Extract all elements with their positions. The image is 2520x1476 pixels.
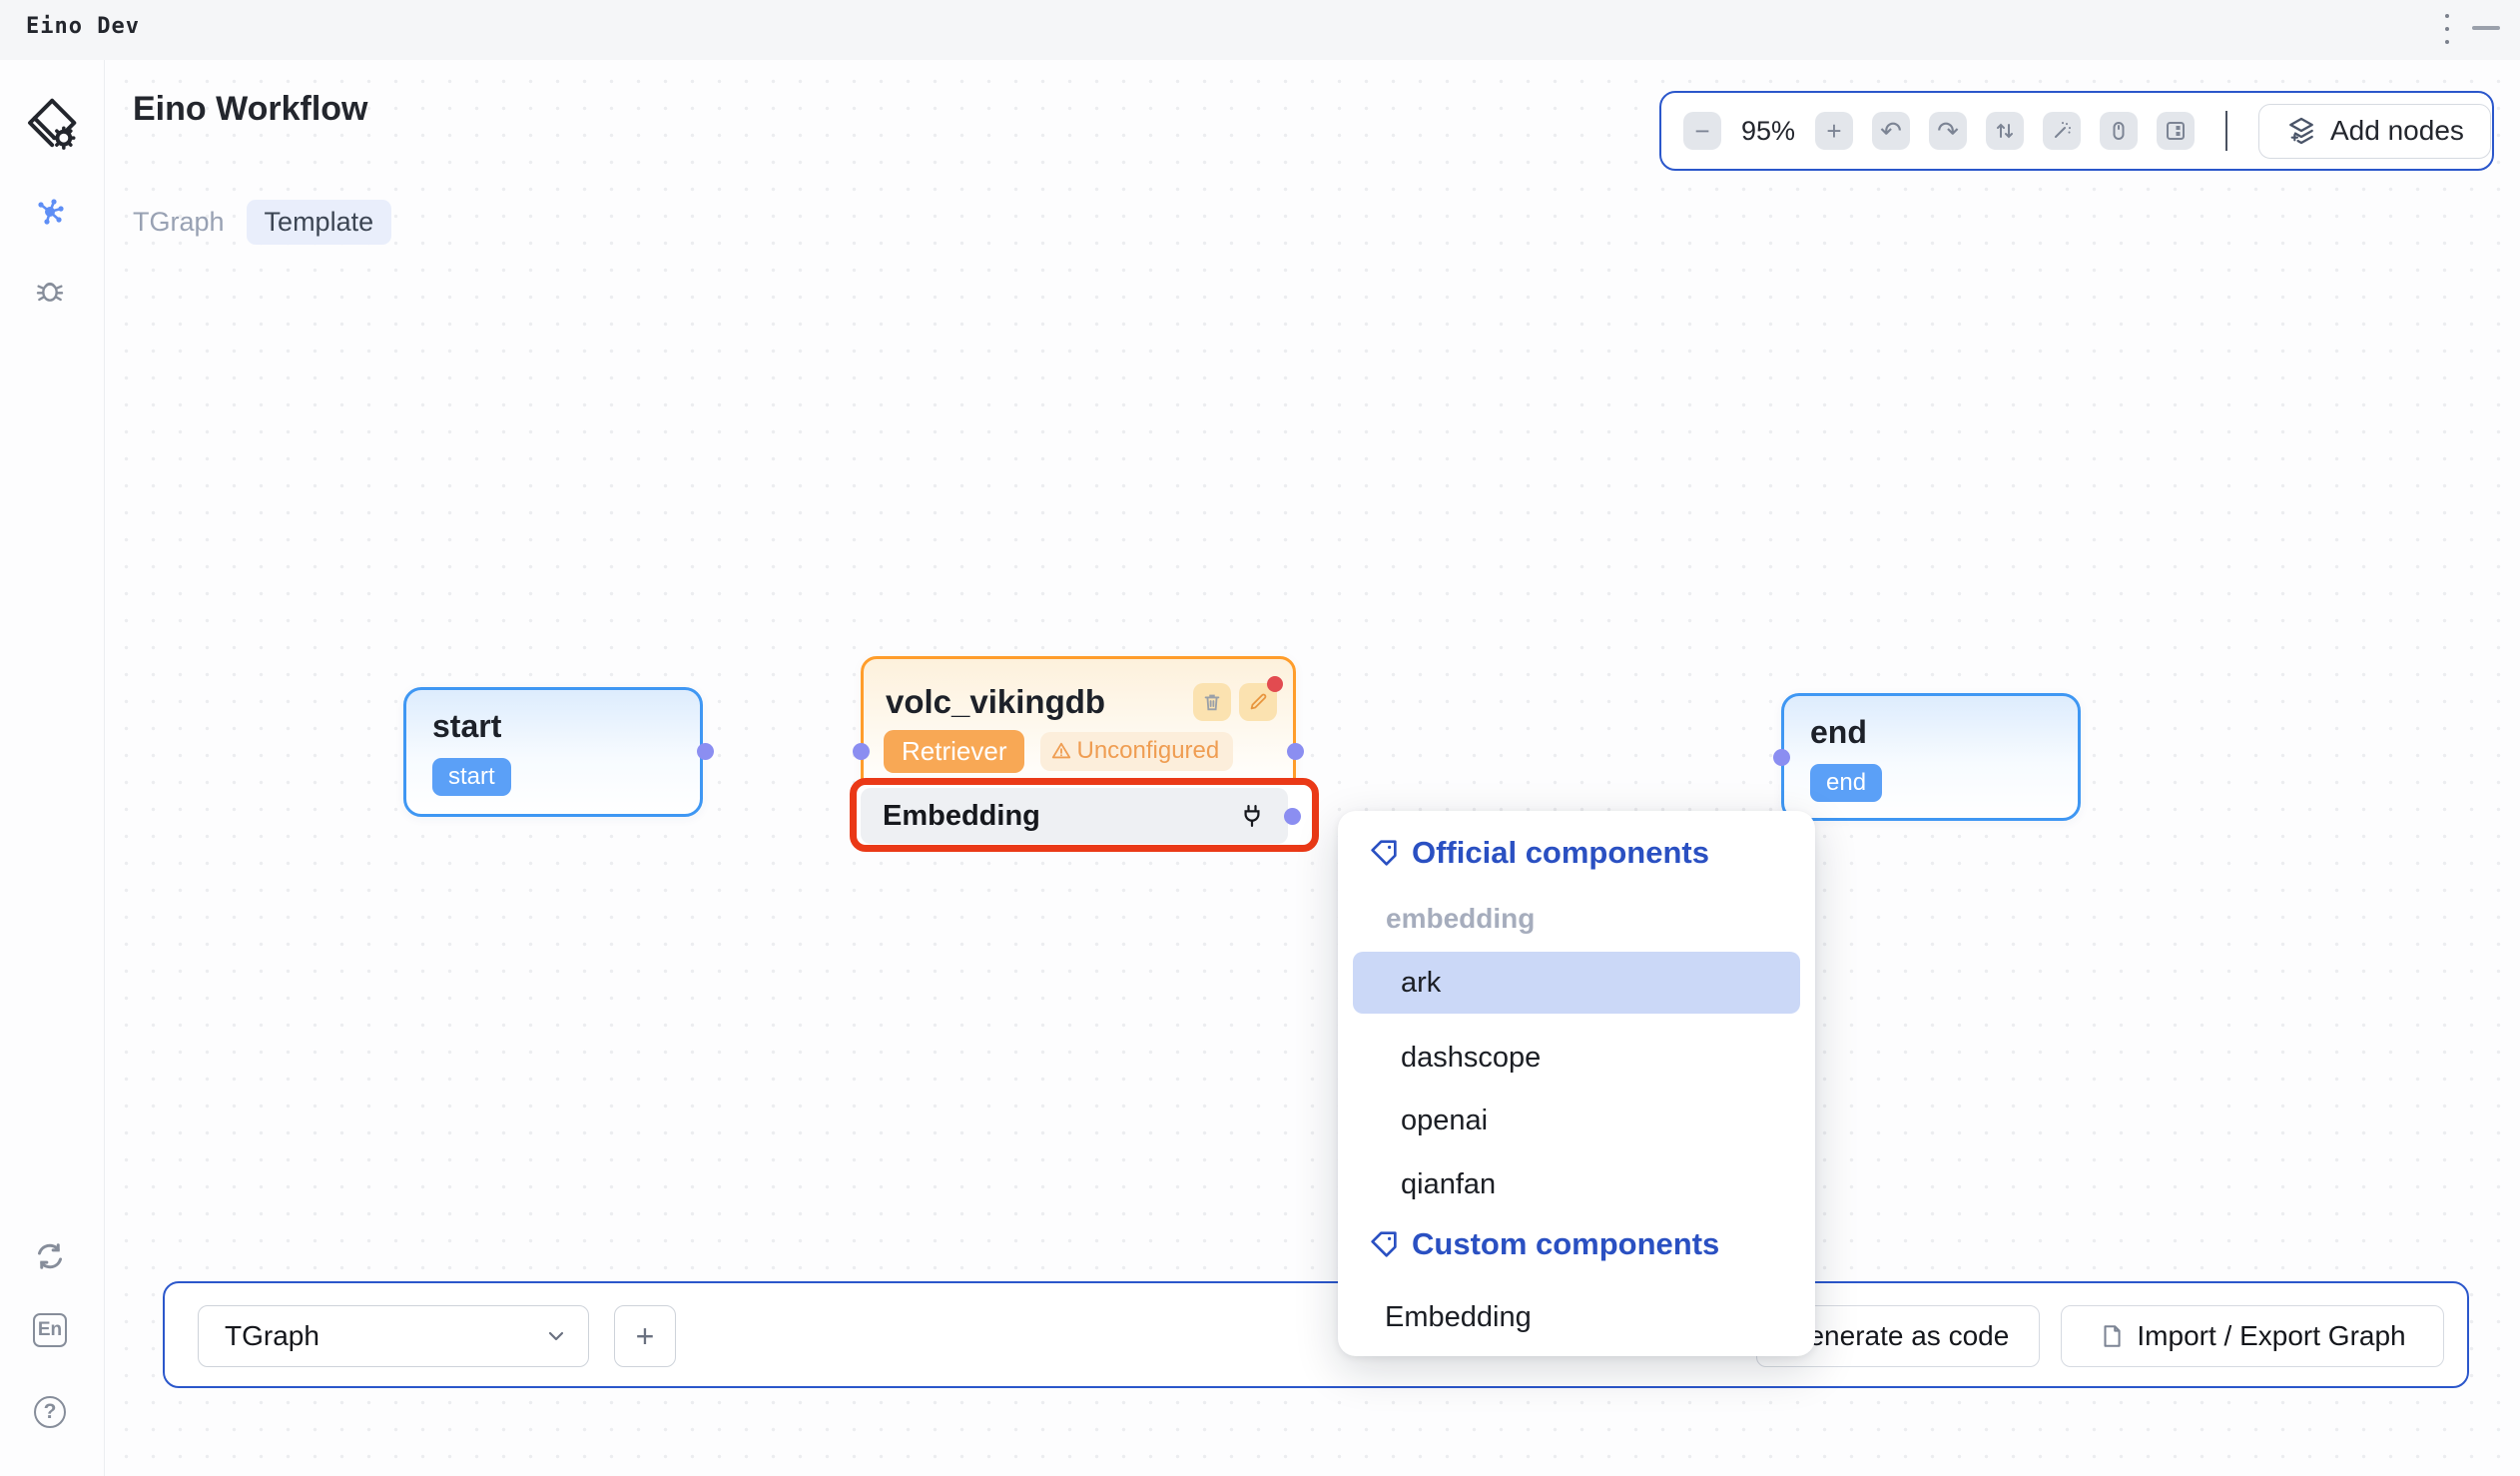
page-title: Eino Workflow — [133, 90, 367, 129]
mouse-pan-icon[interactable] — [2100, 112, 2138, 150]
window-minimize-icon[interactable] — [2472, 26, 2500, 30]
sync-refresh-icon[interactable] — [32, 1238, 68, 1274]
add-nodes-label: Add nodes — [2330, 115, 2464, 147]
node-start[interactable]: start start — [403, 687, 703, 817]
chevron-down-icon — [544, 1324, 568, 1348]
port-embedding-slot[interactable] — [1284, 808, 1301, 825]
edit-node-button[interactable] — [1239, 683, 1277, 721]
zoom-level: 95% — [1740, 116, 1796, 147]
custom-components-header: Custom components — [1368, 1226, 1719, 1262]
warning-icon — [1050, 740, 1072, 762]
node-status-badge: Unconfigured — [1040, 732, 1233, 771]
graph-select[interactable]: TGraph — [198, 1305, 589, 1367]
app-title: Eino Dev — [26, 14, 140, 39]
generate-as-code-label: Generate as code — [1787, 1320, 2010, 1352]
node-type-badge: Retriever — [884, 730, 1024, 773]
window-menu-kebab-icon[interactable] — [2438, 14, 2456, 44]
canvas-toolbar: − 95% + ↶ ↷ — [1659, 91, 2494, 171]
plug-icon — [1238, 802, 1266, 830]
component-group-label: embedding — [1386, 903, 1535, 935]
port-volc-input[interactable] — [853, 743, 870, 760]
layers-plus-icon — [2285, 115, 2317, 147]
menu-item-ark[interactable]: ark — [1353, 952, 1800, 1014]
zoom-in-button[interactable]: + — [1815, 112, 1853, 150]
port-volc-output[interactable] — [1287, 743, 1304, 760]
embedding-slot[interactable]: Embedding — [861, 788, 1288, 844]
sidebar: En ? — [0, 60, 105, 1476]
titlebar: Eino Dev — [0, 0, 2520, 60]
node-status-label: Unconfigured — [1076, 737, 1219, 765]
app-window: Eino Dev — [0, 0, 2520, 1476]
breadcrumb-template-tag: Template — [247, 200, 392, 245]
official-components-label: Official components — [1412, 835, 1709, 871]
toolbar-divider — [2225, 111, 2227, 151]
node-start-badge: start — [432, 758, 511, 796]
delete-node-button[interactable] — [1193, 683, 1231, 721]
debug-bug-icon[interactable] — [34, 274, 66, 306]
component-menu: Official components embedding ark dashsc… — [1338, 811, 1815, 1356]
magic-wand-icon[interactable] — [2043, 112, 2081, 150]
language-icon[interactable]: En — [33, 1313, 67, 1347]
help-label: ? — [34, 1396, 66, 1428]
tag-icon — [1368, 837, 1400, 869]
edit-notification-dot — [1267, 676, 1283, 692]
port-end-input[interactable] — [1773, 749, 1790, 766]
node-end[interactable]: end end — [1781, 693, 2081, 821]
port-start-output[interactable] — [697, 743, 714, 760]
language-label: En — [33, 1313, 67, 1347]
official-components-header: Official components — [1368, 835, 1709, 871]
node-end-title: end — [1810, 714, 2078, 751]
import-export-graph-button[interactable]: Import / Export Graph — [2061, 1305, 2444, 1367]
menu-item-dashscope[interactable]: dashscope — [1353, 1027, 1800, 1089]
menu-item-openai[interactable]: openai — [1353, 1090, 1800, 1151]
redo-icon[interactable]: ↷ — [1929, 112, 1967, 150]
node-end-badge: end — [1810, 764, 1882, 802]
tag-icon — [1368, 1228, 1400, 1260]
add-nodes-button[interactable]: Add nodes — [2258, 104, 2491, 159]
import-export-graph-label: Import / Export Graph — [2137, 1320, 2405, 1352]
graph-orchestration-icon[interactable] — [34, 196, 66, 228]
breadcrumb-graph-name: TGraph — [133, 207, 225, 238]
graph-select-value: TGraph — [225, 1320, 319, 1352]
node-start-title: start — [432, 708, 700, 745]
file-icon — [2099, 1323, 2125, 1349]
menu-item-qianfan[interactable]: qianfan — [1353, 1153, 1800, 1215]
undo-icon[interactable]: ↶ — [1872, 112, 1910, 150]
embedding-slot-label: Embedding — [883, 800, 1040, 833]
zoom-out-button[interactable]: − — [1683, 112, 1721, 150]
node-volc-title: volc_vikingdb — [886, 683, 1193, 721]
breadcrumb: TGraph Template — [133, 200, 391, 245]
panel-layout-icon[interactable] — [2157, 112, 2195, 150]
help-icon[interactable]: ? — [34, 1396, 66, 1428]
auto-layout-icon[interactable] — [1986, 112, 2024, 150]
eino-logo-icon[interactable] — [22, 94, 80, 152]
custom-components-label: Custom components — [1412, 1226, 1719, 1262]
add-graph-button[interactable]: + — [614, 1305, 676, 1367]
bottom-bar: TGraph + Generate as code Import / Expor… — [163, 1281, 2469, 1388]
menu-item-custom-embedding[interactable]: Embedding — [1353, 1286, 1800, 1348]
